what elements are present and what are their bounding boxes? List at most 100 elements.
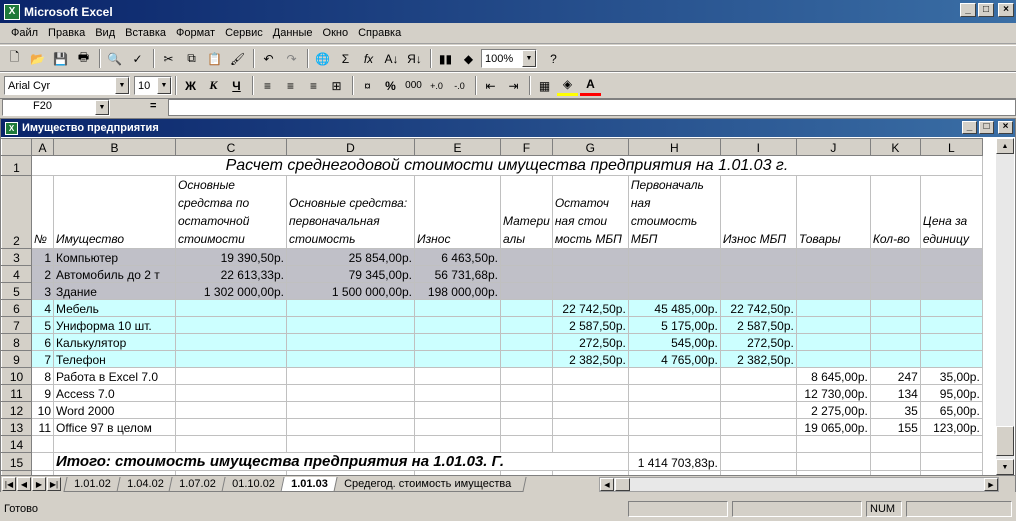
column-header-B[interactable]: B xyxy=(53,138,176,156)
cell-H[interactable] xyxy=(627,265,721,283)
cell-L[interactable]: 95,00р. xyxy=(919,384,983,402)
cell-B[interactable]: Работа в Excel 7.0 xyxy=(53,367,176,385)
column-header-A[interactable]: A xyxy=(31,138,54,156)
column-header-F[interactable]: F xyxy=(500,138,553,156)
cell-G[interactable] xyxy=(551,265,629,283)
cell-K[interactable]: 134 xyxy=(869,384,921,402)
cell-J[interactable] xyxy=(795,265,871,283)
chevron-down-icon[interactable]: ▼ xyxy=(522,50,536,67)
header-cell-I[interactable]: Износ МБП xyxy=(719,175,797,249)
cell-A[interactable]: 9 xyxy=(31,384,54,402)
row-header-1[interactable]: 1 xyxy=(1,155,32,176)
cell-L[interactable]: 123,00р. xyxy=(919,418,983,436)
cell-E[interactable] xyxy=(414,367,501,385)
header-cell-K[interactable]: Кол-во xyxy=(869,175,921,249)
open-icon[interactable]: 📂 xyxy=(27,48,48,69)
cell-E[interactable] xyxy=(414,350,501,368)
font-select[interactable]: Arial Cyr ▼ xyxy=(4,76,130,95)
cell-D[interactable]: 79 345,00р. xyxy=(286,265,415,283)
column-header-E[interactable]: E xyxy=(414,138,501,156)
cell-G[interactable] xyxy=(551,282,629,300)
header-cell-E[interactable]: Износ xyxy=(414,175,501,249)
header-cell-J[interactable]: Товары xyxy=(795,175,871,249)
cell-K[interactable]: 35 xyxy=(869,401,921,419)
sheet-tab[interactable]: 1.01.02 xyxy=(63,476,122,492)
cell-G[interactable]: 272,50р. xyxy=(551,333,629,351)
name-box[interactable]: F20 ▼ xyxy=(2,99,110,116)
cell-E[interactable] xyxy=(414,418,501,436)
cell-B[interactable]: Word 2000 xyxy=(53,401,176,419)
autosum-icon[interactable]: Σ xyxy=(335,48,356,69)
scroll-up-icon[interactable]: ▲ xyxy=(996,138,1014,154)
cell-I[interactable] xyxy=(719,384,797,402)
column-header-J[interactable]: J xyxy=(795,138,871,156)
cell-B[interactable]: Access 7.0 xyxy=(53,384,176,402)
cell-H[interactable] xyxy=(627,384,721,402)
cell-G[interactable]: 22 742,50р. xyxy=(551,299,629,317)
cell-I[interactable]: 2 587,50р. xyxy=(719,316,797,334)
cell-A[interactable]: 4 xyxy=(31,299,54,317)
cell-H[interactable] xyxy=(627,248,721,266)
cell-D[interactable] xyxy=(286,367,415,385)
header-cell-H[interactable]: Первоначаль ная стоимость МБП xyxy=(627,175,721,249)
cell-E[interactable]: 198 000,00р. xyxy=(414,282,501,300)
scroll-left-icon[interactable]: ◀ xyxy=(600,478,614,491)
cell-E[interactable] xyxy=(414,384,501,402)
new-icon[interactable]: 🗋 xyxy=(4,48,25,69)
row-header[interactable]: 7 xyxy=(1,316,32,334)
hscroll-thumb[interactable] xyxy=(615,478,630,491)
save-icon[interactable]: 💾 xyxy=(50,48,71,69)
wb-close-button[interactable]: × xyxy=(998,121,1013,134)
cell-D[interactable] xyxy=(286,401,415,419)
cell-L[interactable] xyxy=(919,435,983,453)
align-center-icon[interactable]: ≡ xyxy=(280,75,301,96)
cell-J[interactable]: 12 730,00р. xyxy=(795,384,871,402)
column-header-L[interactable]: L xyxy=(919,138,983,156)
cell-L[interactable] xyxy=(919,299,983,317)
sheet-title-cell[interactable]: Расчет среднегодовой стоимости имущества… xyxy=(31,155,983,176)
row-header-14[interactable]: 14 xyxy=(1,435,32,453)
cell-G[interactable] xyxy=(551,248,629,266)
cell-H[interactable] xyxy=(627,282,721,300)
cell-empty[interactable] xyxy=(919,452,983,471)
cell-G[interactable] xyxy=(551,401,629,419)
cell-F[interactable] xyxy=(500,316,553,334)
cell-H[interactable] xyxy=(627,435,721,453)
cell-C[interactable] xyxy=(175,418,287,436)
redo-icon[interactable]: ↷ xyxy=(281,48,302,69)
cell-I[interactable] xyxy=(719,418,797,436)
cell-L[interactable] xyxy=(919,282,983,300)
close-button[interactable]: × xyxy=(998,3,1014,17)
column-header-D[interactable]: D xyxy=(286,138,415,156)
italic-button[interactable]: К xyxy=(203,75,224,96)
cell-E[interactable] xyxy=(414,401,501,419)
cell-B[interactable]: Автомобиль до 2 т xyxy=(53,265,176,283)
row-header[interactable]: 9 xyxy=(1,350,32,368)
header-cell-F[interactable]: Матери алы xyxy=(500,175,553,249)
menu-item-1[interactable]: Правка xyxy=(43,27,90,39)
cell-C[interactable] xyxy=(175,333,287,351)
cell-D[interactable] xyxy=(286,299,415,317)
row-header[interactable]: 4 xyxy=(1,265,32,283)
cell-D[interactable] xyxy=(286,316,415,334)
cell-G[interactable] xyxy=(551,367,629,385)
cell-C[interactable] xyxy=(175,299,287,317)
cell-B[interactable]: Компьютер xyxy=(53,248,176,266)
total-value-cell[interactable]: 1 414 703,83р. xyxy=(627,452,721,471)
header-cell-G[interactable]: Остаточ ная стои мость МБП xyxy=(551,175,629,249)
font-color-icon[interactable]: A xyxy=(580,75,601,96)
cell-C[interactable] xyxy=(175,384,287,402)
align-left-icon[interactable]: ≡ xyxy=(257,75,278,96)
hyperlink-icon[interactable]: 🌐 xyxy=(312,48,333,69)
zoom-select[interactable]: 100% ▼ xyxy=(481,49,537,68)
first-sheet-icon[interactable]: |◀ xyxy=(2,477,16,491)
cell-D[interactable] xyxy=(286,435,415,453)
cell-K[interactable]: 155 xyxy=(869,418,921,436)
cell-J[interactable]: 19 065,00р. xyxy=(795,418,871,436)
cell-K[interactable]: 247 xyxy=(869,367,921,385)
cell-I[interactable] xyxy=(719,367,797,385)
cell-G[interactable]: 2 587,50р. xyxy=(551,316,629,334)
cell-L[interactable]: 35,00р. xyxy=(919,367,983,385)
header-cell-A[interactable]: № xyxy=(31,175,54,249)
cell-A[interactable]: 2 xyxy=(31,265,54,283)
